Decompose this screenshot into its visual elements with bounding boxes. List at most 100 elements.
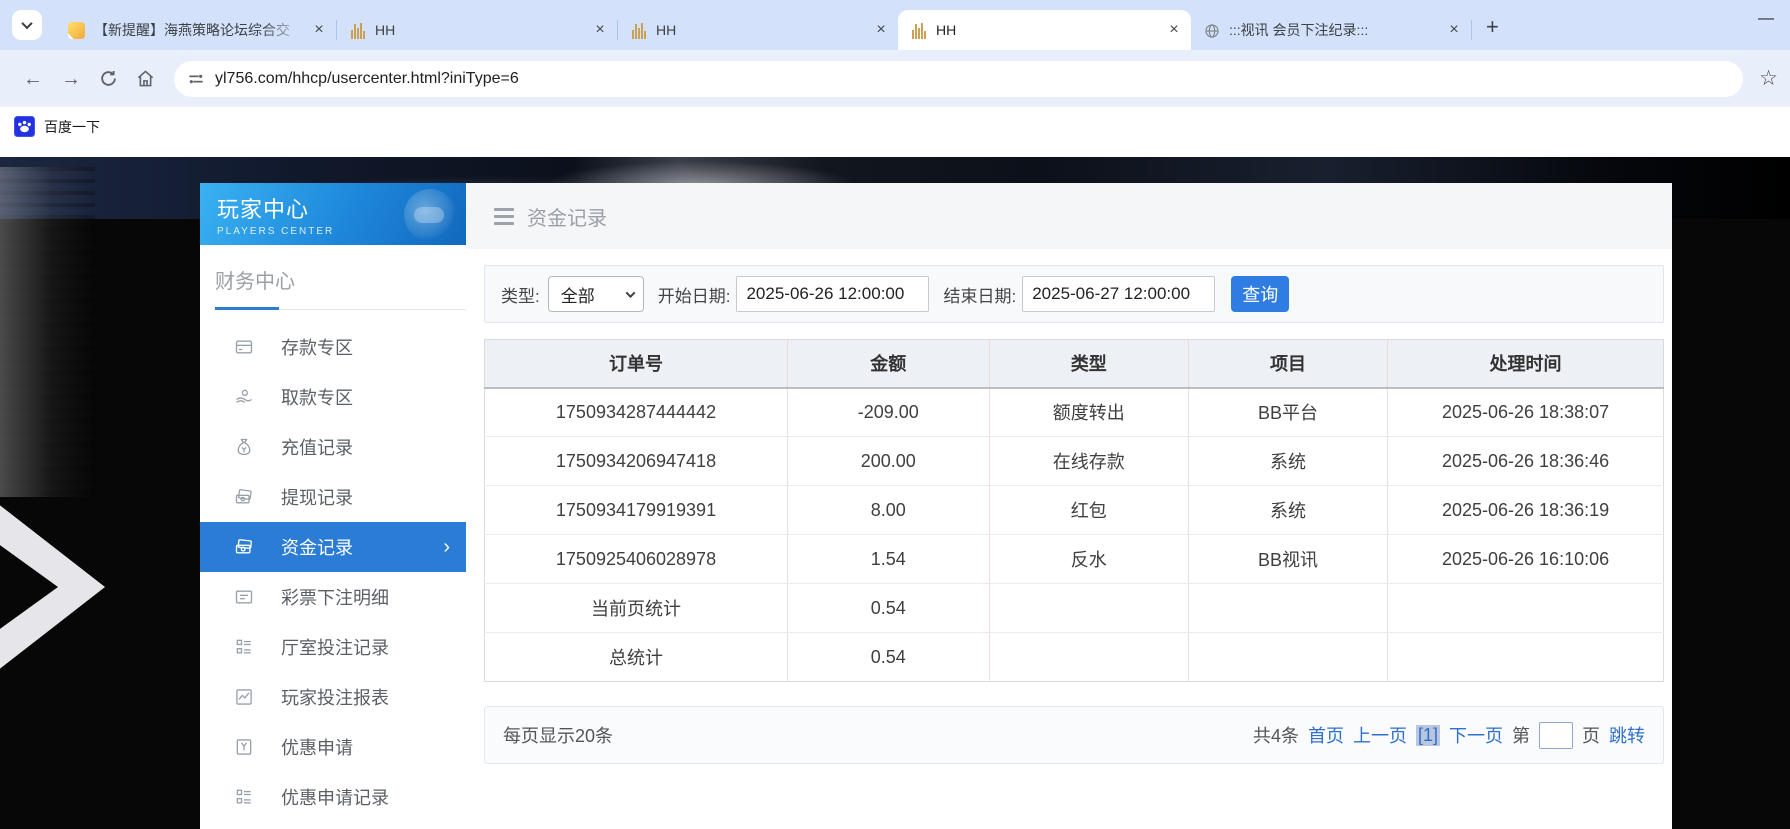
sidebar-item-8[interactable]: 玩家投注报表› (200, 672, 466, 722)
table-row: 1750934287444442-209.00额度转出BB平台2025-06-2… (485, 388, 1664, 437)
page-background: 玩家中心 PLAYERS CENTER 财务中心 存款专区›取款专区›充值记录›… (0, 157, 1790, 829)
jump-page-input[interactable] (1539, 722, 1573, 749)
table-cell (1388, 584, 1664, 633)
chevron-down-icon (625, 288, 635, 298)
table-cell: 8.00 (788, 486, 990, 535)
browser-tab-5[interactable]: :::视讯 会员下注纪录:::× (1191, 10, 1471, 50)
bookmark-star-icon[interactable]: ☆ (1759, 66, 1778, 91)
withdraw-icon (234, 387, 254, 407)
tab-title: 【新提醒】海燕策略论坛综合交 (94, 20, 304, 40)
column-header: 金额 (788, 340, 990, 388)
table-cell: 2025-06-26 18:36:19 (1388, 486, 1664, 535)
start-date-label: 开始日期: (658, 282, 731, 307)
sidebar-menu: 存款专区›取款专区›充值记录›提现记录›资金记录›彩票下注明细›厅室投注记录›玩… (200, 322, 466, 822)
table-cell: 当前页统计 (485, 584, 788, 633)
home-icon[interactable] (136, 69, 155, 88)
start-date-input[interactable] (736, 276, 929, 312)
tab-close-icon[interactable]: × (310, 21, 328, 39)
back-icon[interactable]: ← (23, 69, 43, 89)
tab-close-icon[interactable]: × (872, 21, 890, 39)
tab-search-button[interactable] (12, 10, 42, 40)
sidebar-item-label: 彩票下注明细 (281, 584, 389, 610)
browser-tab-1[interactable]: 【新提醒】海燕策略论坛综合交 × (56, 10, 336, 50)
hh-favicon (910, 22, 927, 39)
table-cell: 1750934179919391 (485, 486, 788, 535)
main-panel: 资金记录 类型: 全部 开始日期: 结束日期: 查询 订单号金额类 (466, 183, 1672, 829)
sidebar-item-label: 玩家投注报表 (281, 684, 389, 710)
tab-title: HH (656, 22, 866, 38)
table-cell: 额度转出 (989, 388, 1188, 437)
main-header: 资金记录 (466, 183, 1672, 249)
table-cell: 200.00 (788, 437, 990, 486)
funds-record-icon (234, 537, 254, 557)
window-minimize-button[interactable]: — (1758, 10, 1774, 28)
tab-close-icon[interactable]: × (591, 21, 609, 39)
browser-tab-3[interactable]: HH × (618, 10, 898, 50)
hamburger-icon[interactable] (494, 208, 514, 225)
sidebar: 玩家中心 PLAYERS CENTER 财务中心 存款专区›取款专区›充值记录›… (200, 183, 466, 829)
withdrawal-record-icon (234, 487, 254, 507)
sidebar-section: 财务中心 (200, 245, 466, 310)
bookmark-baidu[interactable]: 百度一下 (14, 116, 100, 137)
gamepad-decor-icon (404, 189, 456, 241)
sidebar-item-4[interactable]: 提现记录› (200, 472, 466, 522)
sidebar-item-2[interactable]: 取款专区› (200, 372, 466, 422)
sidebar-item-3[interactable]: 充值记录› (200, 422, 466, 472)
promo-apply-record-icon (234, 787, 254, 807)
sidebar-item-label: 提现记录 (281, 484, 353, 510)
sidebar-item-6[interactable]: 彩票下注明细› (200, 572, 466, 622)
table-cell: 1.54 (788, 535, 990, 584)
new-tab-button[interactable]: + (1486, 16, 1499, 38)
first-page-link[interactable]: 首页 (1308, 722, 1344, 748)
tab-title: HH (936, 22, 1159, 38)
browser-toolbar: ← → yl756.com/hhcp/usercenter.html?iniTy… (0, 50, 1790, 107)
table-cell (1188, 633, 1387, 682)
table-row: 1750934206947418200.00在线存款系统2025-06-26 1… (485, 437, 1664, 486)
bookmarks-bar: 百度一下 (0, 107, 1790, 157)
sidebar-item-label: 取款专区 (281, 384, 353, 410)
sidebar-item-10[interactable]: 优惠申请记录› (200, 772, 466, 822)
table-cell (989, 584, 1188, 633)
browser-tab-strip: 【新提醒】海燕策略论坛综合交 × HH × HH × HH ×:::视讯 会员下注纪录:::×… (0, 0, 1790, 50)
reload-icon[interactable] (99, 69, 118, 88)
sidebar-item-1[interactable]: 存款专区› (200, 322, 466, 372)
table-cell: 总统计 (485, 633, 788, 682)
end-date-label: 结束日期: (943, 282, 1016, 307)
browser-tab-2[interactable]: HH × (337, 10, 617, 50)
table-cell: 红包 (989, 486, 1188, 535)
sidebar-item-label: 存款专区 (281, 334, 353, 360)
column-header: 项目 (1188, 340, 1387, 388)
sidebar-item-5[interactable]: 资金记录› (200, 522, 466, 572)
jump-suffix-label: 页 (1582, 722, 1600, 748)
end-date-input[interactable] (1022, 276, 1215, 312)
globe-favicon (1203, 22, 1220, 39)
type-label: 类型: (501, 282, 540, 307)
table-cell: 2025-06-26 16:10:06 (1388, 535, 1664, 584)
filter-bar: 类型: 全部 开始日期: 结束日期: 查询 (484, 265, 1664, 323)
next-page-link[interactable]: 下一页 (1449, 722, 1503, 748)
table-cell: BB平台 (1188, 388, 1387, 437)
type-select-value: 全部 (561, 282, 595, 307)
jump-action-link[interactable]: 跳转 (1609, 722, 1645, 748)
content-card: 玩家中心 PLAYERS CENTER 财务中心 存款专区›取款专区›充值记录›… (200, 183, 1672, 829)
tab-title: :::视讯 会员下注纪录::: (1229, 20, 1439, 40)
table-header-row: 订单号金额类型项目处理时间 (485, 340, 1664, 388)
promo-apply-icon (234, 737, 254, 757)
column-header: 处理时间 (1388, 340, 1664, 388)
recharge-record-icon (234, 437, 254, 457)
site-info-icon[interactable] (188, 71, 204, 87)
tab-close-icon[interactable]: × (1165, 21, 1183, 39)
sidebar-item-9[interactable]: 优惠申请› (200, 722, 466, 772)
table-cell: BB视讯 (1188, 535, 1387, 584)
tab-close-icon[interactable]: × (1445, 21, 1463, 39)
prev-page-link[interactable]: 上一页 (1353, 722, 1407, 748)
forward-icon[interactable]: → (61, 69, 81, 89)
address-bar[interactable]: yl756.com/hhcp/usercenter.html?iniType=6 (174, 61, 1743, 97)
url-text: yl756.com/hhcp/usercenter.html?iniType=6 (215, 70, 519, 88)
total-count-text: 共4条 (1253, 722, 1299, 748)
tab-title: HH (375, 22, 585, 38)
browser-tab-4[interactable]: HH × (898, 10, 1191, 50)
query-button[interactable]: 查询 (1231, 276, 1289, 312)
sidebar-item-7[interactable]: 厅室投注记录› (200, 622, 466, 672)
type-select[interactable]: 全部 (548, 276, 644, 312)
